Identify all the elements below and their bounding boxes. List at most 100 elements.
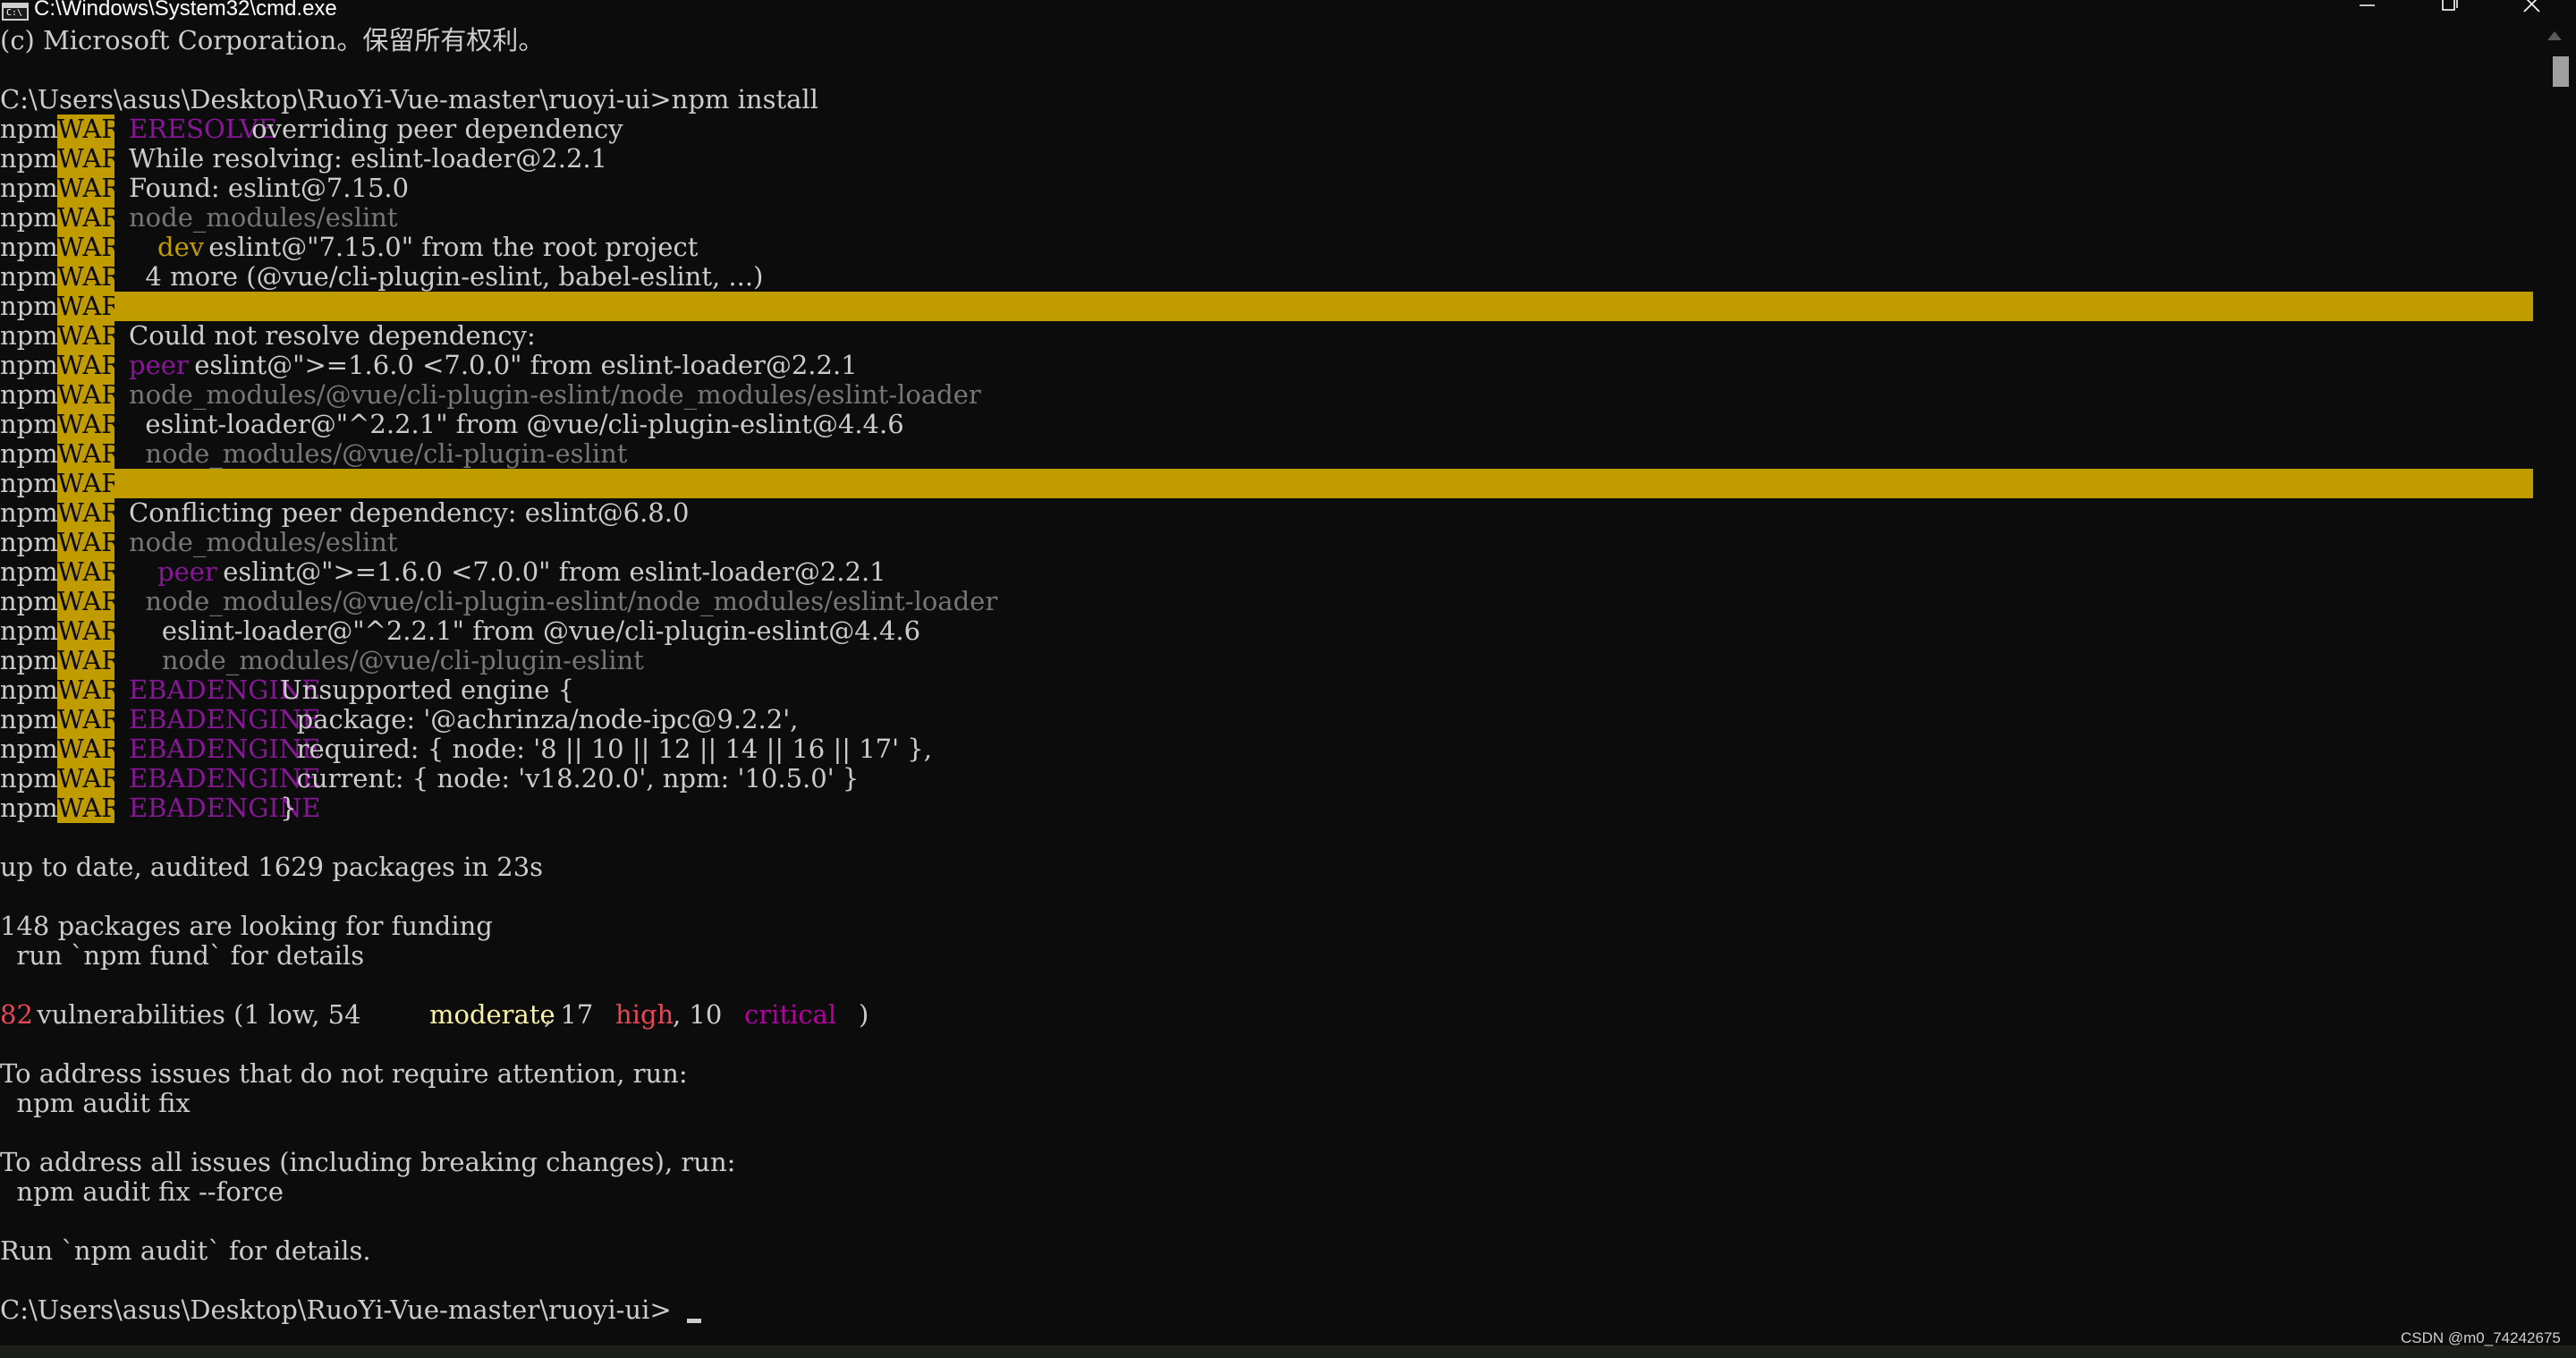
app-icon-label: C:\ (6, 8, 23, 18)
vulnerability-segment: , 17 (544, 999, 602, 1030)
warn-message-segment: node_modules/@vue/cli-plugin-eslint (129, 645, 644, 675)
warn-message-segment: eslint-loader@"^2.2.1" from @vue/cli-plu… (129, 615, 921, 646)
warn-badge: WARN (57, 438, 144, 469)
npm-label: npm (0, 173, 58, 203)
close-button[interactable] (2490, 0, 2572, 26)
audit-summary-line: up to date, audited 1629 packages in 23s (0, 852, 544, 882)
warn-badge: WARN (57, 232, 144, 262)
scroll-up-arrow-icon[interactable] (2547, 31, 2562, 40)
audit-fix-hint-line: To address issues that do not require at… (0, 1058, 688, 1089)
restore-icon (2442, 0, 2458, 11)
warn-message-segment: eslint@">=1.6.0 <7.0.0" from eslint-load… (186, 350, 858, 380)
warn-message-segment: eslint@">=1.6.0 <7.0.0" from eslint-load… (215, 556, 886, 587)
warn-badge: WARN (57, 468, 144, 498)
warn-badge: WARN (57, 734, 144, 764)
vulnerability-segment: moderate (429, 999, 555, 1030)
warn-message-segment: current: { node: 'v18.20.0', npm: '10.5.… (272, 763, 860, 794)
warn-message-segment: node_modules/eslint (129, 527, 398, 557)
warn-badge: WARN (57, 556, 144, 587)
warn-message-segment: eslint@"7.15.0" from the root project (200, 232, 699, 262)
npm-label: npm (0, 202, 58, 233)
copyright-line: (c) Microsoft Corporation。保留所有权利。 (0, 25, 545, 55)
npm-label: npm (0, 143, 58, 174)
npm-label: npm (0, 793, 58, 823)
npm-label: npm (0, 615, 58, 646)
vulnerability-segment: vulnerabilities (1 low, 54 (29, 999, 369, 1030)
warn-message-segment: Unsupported engine { (272, 675, 575, 705)
warn-message-segment: dev (157, 232, 205, 262)
npm-label: npm (0, 350, 58, 380)
window-bottom-edge (0, 1345, 2576, 1358)
cmd-app-icon[interactable]: C:\ (2, 3, 29, 21)
warn-message-segment: Could not resolve dependency: (129, 320, 536, 351)
vulnerability-segment: critical (744, 999, 837, 1030)
funding-hint-line: run `npm fund` for details (0, 940, 365, 971)
warn-message-segment (129, 557, 145, 587)
warn-badge: WARN (57, 675, 144, 705)
warn-message-segment: node_modules/@vue/cli-plugin-eslint/node… (129, 379, 981, 410)
warn-badge: WARN (57, 320, 144, 351)
warn-message-segment: eslint-loader@"^2.2.1" from @vue/cli-plu… (129, 409, 904, 439)
warn-highlight-bar (114, 469, 2533, 498)
npm-install-command: C:\Users\asus\Desktop\RuoYi-Vue-master\r… (0, 84, 818, 115)
npm-label: npm (0, 704, 58, 734)
audit-force-command-line: npm audit fix --force (0, 1176, 284, 1207)
restore-button[interactable] (2408, 0, 2490, 26)
warn-message-segment: overriding peer dependency (243, 114, 623, 144)
terminal-output[interactable]: (c) Microsoft Corporation。保留所有权利。 C:\User… (0, 26, 2533, 1345)
npm-label: npm (0, 763, 58, 794)
warn-badge: WARN (57, 704, 144, 734)
warn-message-segment: node_modules/@vue/cli-plugin-eslint (129, 438, 628, 469)
npm-label: npm (0, 114, 58, 144)
npm-warn-line: npm WARN (0, 469, 2533, 498)
warn-badge: WARN (57, 586, 144, 616)
close-icon (2523, 0, 2540, 13)
warn-badge: WARN (57, 143, 144, 174)
audit-force-hint-line: To address all issues (including breakin… (0, 1147, 736, 1177)
warn-badge: WARN (57, 409, 144, 439)
npm-label: npm (0, 527, 58, 557)
minimize-button[interactable] (2326, 0, 2408, 26)
warn-badge: WARN (57, 763, 144, 794)
npm-label: npm (0, 556, 58, 587)
scrollbar-thumb[interactable] (2553, 56, 2569, 87)
warn-message-segment: required: { node: '8 || 10 || 12 || 14 |… (272, 734, 932, 764)
warn-badge: WARN (57, 527, 144, 557)
minimize-icon (2360, 4, 2375, 6)
npm-label: npm (0, 468, 58, 498)
title-bar[interactable]: C:\ C:\Windows\System32\cmd.exe (0, 0, 2576, 26)
npm-warn-line: npm WARN (0, 292, 2533, 321)
warn-badge: WARN (57, 261, 144, 292)
warn-message-segment: peer (129, 350, 189, 380)
npm-label: npm (0, 232, 58, 262)
prompt-path: C:\Users\asus\Desktop\RuoYi-Vue-master\r… (0, 1294, 672, 1325)
warn-message-segment: } (272, 793, 297, 823)
warn-badge: WARN (57, 350, 144, 380)
warn-badge: WARN (57, 615, 144, 646)
npm-label: npm (0, 645, 58, 675)
warn-highlight-bar (114, 292, 2533, 321)
warn-message-segment: node_modules/@vue/cli-plugin-eslint/node… (129, 586, 998, 616)
warn-badge: WARN (57, 793, 144, 823)
warn-message-segment: 4 more (@vue/cli-plugin-eslint, babel-es… (129, 261, 764, 292)
npm-label: npm (0, 438, 58, 469)
npm-label: npm (0, 261, 58, 292)
warn-badge: WARN (57, 645, 144, 675)
window-title: C:\Windows\System32\cmd.exe (34, 0, 337, 21)
npm-label: npm (0, 675, 58, 705)
text-cursor (687, 1319, 701, 1323)
funding-line: 148 packages are looking for funding (0, 911, 493, 941)
warn-message-segment: package: '@achrinza/node-ipc@9.2.2', (272, 704, 799, 734)
warn-message-segment: peer (157, 556, 217, 587)
scrollbar[interactable] (2533, 26, 2576, 1345)
audit-details-line: Run `npm audit` for details. (0, 1235, 371, 1266)
vulnerability-segment: high (615, 999, 674, 1030)
warn-badge: WARN (57, 291, 144, 321)
warn-message-segment (129, 233, 145, 262)
npm-label: npm (0, 379, 58, 410)
npm-label: npm (0, 734, 58, 764)
npm-label: npm (0, 497, 58, 528)
warn-badge: WARN (57, 497, 144, 528)
warn-message-segment: While resolving: eslint-loader@2.2.1 (129, 143, 608, 174)
warn-badge: WARN (57, 202, 144, 233)
